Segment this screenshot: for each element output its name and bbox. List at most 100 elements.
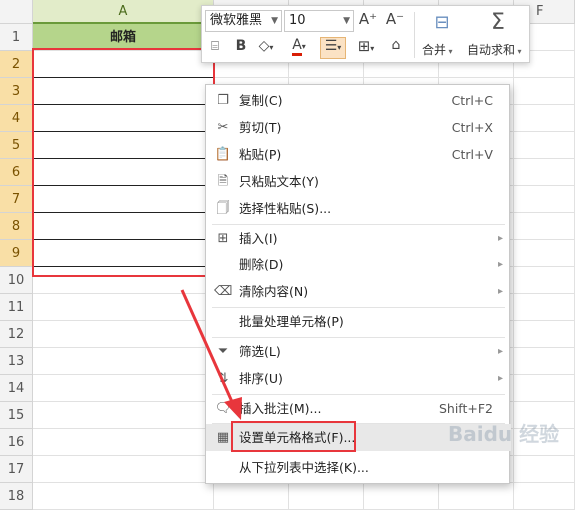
grid-cell[interactable] [514, 456, 575, 483]
menu-item-pick-from-list[interactable]: 从下拉列表中选择(K)... [206, 454, 511, 481]
row-header[interactable]: 14 [0, 375, 33, 402]
grid-cell[interactable] [33, 483, 214, 510]
grid-cell[interactable] [33, 294, 214, 321]
menu-item-label: 只粘贴文本(Y) [239, 174, 319, 189]
menu-item-filter[interactable]: ⏷ 筛选(L) ▸ [206, 338, 511, 365]
row-header[interactable]: 1 [0, 24, 33, 51]
menu-item-batch[interactable]: 批量处理单元格(P) [206, 308, 511, 335]
bold-icon[interactable]: B [232, 38, 250, 54]
increase-font-icon[interactable]: A⁺ [358, 10, 378, 28]
menu-item-label: 剪切(T) [239, 120, 282, 135]
chevron-right-icon: ▸ [497, 259, 503, 270]
menu-item-paste-text[interactable]: 🗎 只粘贴文本(Y) [206, 168, 511, 195]
sort-icon: ⇅ [217, 371, 229, 386]
select-all-corner[interactable] [0, 0, 33, 24]
grid-cell[interactable] [514, 213, 575, 240]
grid-cell[interactable] [33, 402, 214, 429]
grid-cell[interactable] [214, 483, 289, 510]
merge-label: 合并 [422, 43, 447, 57]
grid-cell[interactable] [33, 321, 214, 348]
grid-cell[interactable] [514, 186, 575, 213]
paste-icon: 📋 [214, 147, 232, 162]
row-header[interactable]: 8 [0, 213, 33, 240]
menu-item-shortcut: Ctrl+V [451, 147, 493, 162]
row-header[interactable]: 4 [0, 105, 33, 132]
mini-toolbar: 微软雅黑 ▼ 10 ▼ A⁺ A⁻ ⌸ B ◇▾ A▾ ☰▾ ⊞▾ ⌂ ⊟ 合并… [201, 5, 530, 63]
menu-item-label: 复制(C) [239, 93, 283, 108]
selection-highlight-box [32, 48, 215, 277]
menu-item-delete[interactable]: 删除(D) ▸ [206, 251, 511, 278]
menu-item-copy[interactable]: ❐ 复制(C) Ctrl+C [206, 87, 511, 114]
grid-cell[interactable] [514, 294, 575, 321]
menu-item-clear[interactable]: ⌫ 清除内容(N) ▸ [206, 278, 511, 305]
row-header[interactable]: 6 [0, 159, 33, 186]
align-center-icon[interactable]: ☰▾ [320, 37, 346, 59]
grid-cell[interactable] [514, 321, 575, 348]
grid-cell[interactable] [514, 159, 575, 186]
grid-cell[interactable] [514, 483, 575, 510]
grid-cell[interactable] [33, 375, 214, 402]
row-header[interactable]: 10 [0, 267, 33, 294]
row-header[interactable]: 13 [0, 348, 33, 375]
menu-item-paste-special[interactable]: 🗍 选择性粘贴(S)... [206, 195, 511, 222]
row-header[interactable]: 7 [0, 186, 33, 213]
autosum-label: 自动求和 [467, 43, 516, 57]
grid-cell[interactable] [33, 348, 214, 375]
chevron-right-icon: ▸ [497, 346, 503, 357]
row-header[interactable]: 18 [0, 483, 33, 510]
autosum-icon[interactable]: Σ [478, 10, 518, 35]
fill-color-icon[interactable]: ◇▾ [254, 38, 278, 54]
row-header[interactable]: 3 [0, 78, 33, 105]
row-header[interactable]: 2 [0, 51, 33, 78]
menu-item-label: 删除(D) [239, 257, 284, 272]
grid-cell[interactable] [514, 132, 575, 159]
grid-cell[interactable] [289, 483, 364, 510]
grid-cell[interactable] [514, 240, 575, 267]
row-header[interactable]: 11 [0, 294, 33, 321]
merge-button[interactable]: 合并 ▾ [422, 41, 453, 58]
chevron-down-icon: ▼ [343, 16, 350, 26]
menu-item-label: 清除内容(N) [239, 284, 309, 299]
row-header[interactable]: 15 [0, 402, 33, 429]
menu-item-paste[interactable]: 📋 粘贴(P) Ctrl+V [206, 141, 511, 168]
font-name-select[interactable]: 微软雅黑 ▼ [205, 10, 282, 32]
grid-cell[interactable] [364, 483, 439, 510]
merge-icon[interactable]: ⊟ [422, 12, 462, 33]
row-header[interactable]: 9 [0, 240, 33, 267]
menu-item-sort[interactable]: ⇅ 排序(U) ▸ [206, 365, 511, 392]
menu-item-label: 选择性粘贴(S)... [239, 201, 332, 216]
paste-text-icon: 🗎 [217, 174, 229, 189]
chevron-right-icon: ▸ [497, 233, 503, 244]
row-header[interactable]: 17 [0, 456, 33, 483]
font-size-select[interactable]: 10 ▼ [284, 10, 354, 32]
menu-item-shortcut: Ctrl+C [451, 93, 493, 108]
grid-cell[interactable] [514, 348, 575, 375]
row-header[interactable]: 12 [0, 321, 33, 348]
column-header-a[interactable]: A [33, 0, 214, 24]
grid-cell[interactable] [514, 375, 575, 402]
menu-item-label: 粘贴(P) [239, 147, 282, 162]
font-color-icon[interactable]: A▾ [288, 37, 310, 56]
menu-item-insert[interactable]: ⊞ 插入(I) ▸ [206, 225, 511, 252]
format-painter-icon[interactable]: ⌸ [206, 39, 224, 54]
clear-format-icon[interactable]: ⌂ [386, 37, 406, 53]
row-header[interactable]: 5 [0, 132, 33, 159]
decrease-font-icon[interactable]: A⁻ [385, 10, 405, 28]
toolbar-divider [414, 12, 415, 58]
row-header[interactable]: 16 [0, 429, 33, 456]
grid-cell[interactable] [514, 267, 575, 294]
grid-cell[interactable] [439, 483, 514, 510]
autosum-button[interactable]: 自动求和 ▾ [467, 41, 522, 58]
grid-cell[interactable] [514, 105, 575, 132]
header-cell-email[interactable]: 邮箱 [33, 24, 214, 51]
font-size-value: 10 [289, 13, 306, 28]
grid-cell[interactable] [33, 456, 214, 483]
menu-item-cut[interactable]: ✂ 剪切(T) Ctrl+X [206, 114, 511, 141]
grid-cell[interactable] [514, 78, 575, 105]
filter-icon: ⏷ [217, 344, 229, 359]
grid-cell[interactable] [33, 429, 214, 456]
chevron-right-icon: ▸ [497, 286, 503, 297]
borders-icon[interactable]: ⊞▾ [354, 37, 378, 55]
format-cells-highlight-box [231, 421, 356, 452]
chevron-right-icon: ▸ [497, 373, 503, 384]
